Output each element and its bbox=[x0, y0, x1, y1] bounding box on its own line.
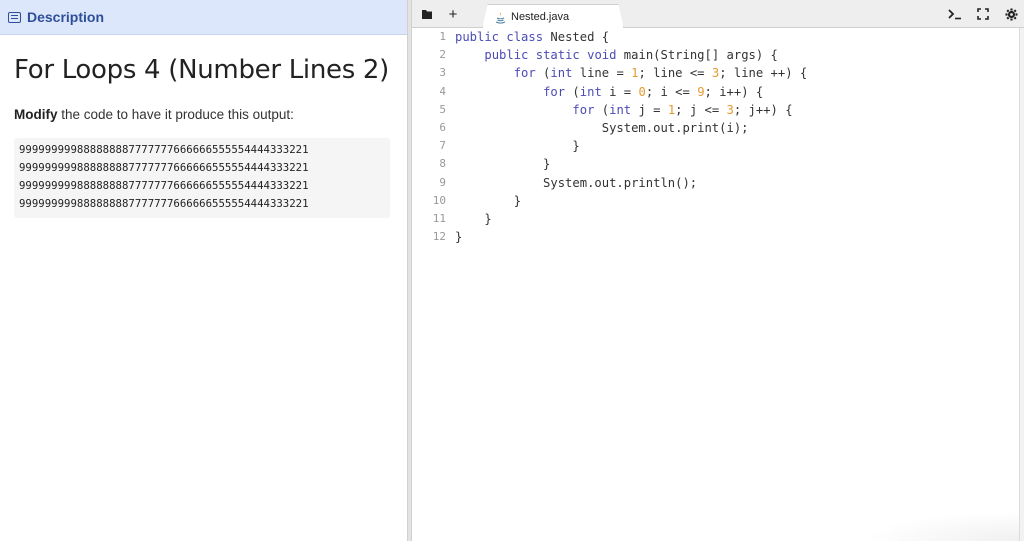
description-panel: Description For Loops 4 (Number Lines 2)… bbox=[0, 0, 407, 541]
instruction-bold: Modify bbox=[14, 107, 58, 122]
code-line-2[interactable]: public static void main(String[] args) { bbox=[455, 46, 807, 64]
corner-shadow bbox=[859, 511, 1019, 541]
code-line-10[interactable]: } bbox=[455, 192, 807, 210]
add-tab-button[interactable]: + bbox=[444, 5, 462, 23]
line-number: 11 bbox=[432, 211, 446, 225]
file-tab-label: Nested.java bbox=[511, 11, 570, 23]
line-number: 5 bbox=[439, 102, 446, 116]
editor-tabbar: + Nested.java bbox=[412, 0, 1024, 29]
code-line-8[interactable]: } bbox=[455, 155, 807, 173]
output-line: 9999999998888888877777776666665555544443… bbox=[19, 161, 309, 174]
description-tab[interactable]: Description bbox=[0, 0, 407, 35]
code-line-3[interactable]: for (int line = 1; line <= 3; line ++) { bbox=[455, 64, 808, 82]
line-number: 3 bbox=[439, 66, 446, 80]
fullscreen-icon[interactable] bbox=[974, 5, 992, 23]
editor-scrollbar[interactable] bbox=[1019, 28, 1024, 541]
file-tab-nested-java[interactable]: Nested.java bbox=[482, 4, 624, 29]
code-line-6[interactable]: System.out.print(i); bbox=[455, 119, 807, 137]
settings-icon[interactable] bbox=[1002, 5, 1020, 23]
problem-title: For Loops 4 (Number Lines 2) bbox=[14, 55, 389, 85]
code-line-9[interactable]: System.out.println(); bbox=[455, 174, 807, 192]
code-line-4[interactable]: for (int i = 0; i <= 9; i++) { bbox=[455, 83, 807, 101]
line-number-gutter: 1 2 3 4 5 6 7 8 9 10 11 12 bbox=[412, 28, 452, 246]
line-number: 6 bbox=[439, 120, 446, 134]
editor-panel: + Nested.java 1 2 3 4 5 6 7 8 9 10 11 12… bbox=[412, 0, 1024, 541]
output-line: 9999999998888888877777776666665555544443… bbox=[19, 197, 309, 210]
line-number: 7 bbox=[439, 139, 446, 153]
java-icon bbox=[495, 11, 506, 24]
editor-tools bbox=[946, 5, 1020, 23]
instruction-rest: the code to have it produce this output: bbox=[57, 107, 294, 122]
instruction-text: Modify the code to have it produce this … bbox=[14, 107, 294, 122]
description-tab-label: Description bbox=[27, 9, 105, 25]
code-line-7[interactable]: } bbox=[455, 137, 807, 155]
line-number: 2 bbox=[439, 48, 446, 62]
terminal-icon[interactable] bbox=[946, 5, 964, 23]
document-icon bbox=[8, 11, 21, 23]
code-editor[interactable]: 1 2 3 4 5 6 7 8 9 10 11 12 public class … bbox=[412, 28, 1019, 541]
line-number: 8 bbox=[439, 157, 446, 171]
line-number: 9 bbox=[439, 175, 446, 189]
line-number: 12 bbox=[432, 230, 446, 244]
code-lines[interactable]: public class Nested { public static void… bbox=[455, 28, 807, 246]
expected-output-box: 9999999998888888877777776666665555544443… bbox=[14, 138, 390, 218]
code-line-5[interactable]: for (int j = 1; j <= 3; j++) { bbox=[455, 101, 807, 119]
line-number: 4 bbox=[439, 84, 446, 98]
app-window: Description For Loops 4 (Number Lines 2)… bbox=[0, 0, 1024, 541]
folder-icon[interactable] bbox=[418, 5, 436, 23]
line-number: 10 bbox=[432, 193, 446, 207]
code-line-11[interactable]: } bbox=[455, 210, 807, 228]
output-line: 9999999998888888877777776666665555544443… bbox=[19, 179, 309, 192]
line-number: 1 bbox=[439, 30, 446, 43]
code-line-1[interactable]: public class Nested { bbox=[455, 28, 807, 46]
code-line-12[interactable]: } bbox=[455, 228, 807, 246]
output-line: 9999999998888888877777776666665555544443… bbox=[19, 143, 309, 156]
